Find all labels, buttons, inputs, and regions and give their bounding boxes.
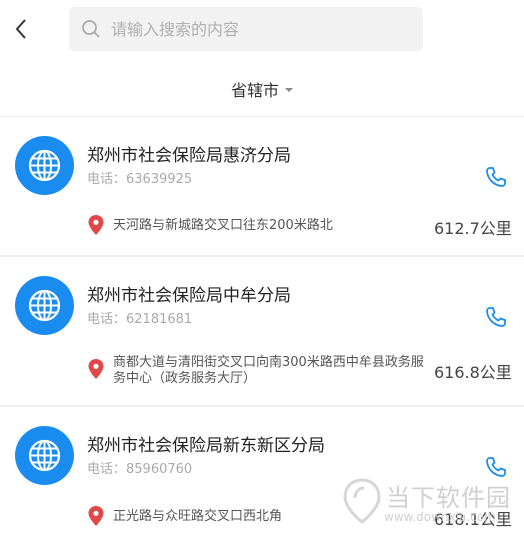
top-bar <box>0 0 524 62</box>
office-card[interactable]: 郑州市社会保险局新东新区分局 电话：85960760 正光路与众旺路交叉口西北角… <box>0 407 524 545</box>
office-name: 郑州市社会保险局新东新区分局 <box>87 436 325 456</box>
caret-down-icon <box>285 88 293 92</box>
city-filter-dropdown[interactable]: 省辖市 <box>231 77 293 101</box>
office-phone: 电话：63639925 <box>87 172 193 187</box>
office-distance: 618.1公里 <box>434 510 512 529</box>
office-distance: 612.7公里 <box>434 219 512 238</box>
office-name: 郑州市社会保险局中牟分局 <box>87 286 291 306</box>
call-button[interactable] <box>484 455 508 479</box>
phone-icon <box>486 167 506 187</box>
office-phone: 电话：85960760 <box>87 462 193 477</box>
back-button[interactable] <box>10 14 36 44</box>
globe-icon <box>15 426 74 485</box>
search-icon <box>82 20 100 38</box>
call-button[interactable] <box>484 165 508 189</box>
location-pin-icon <box>88 506 104 526</box>
office-address: 天河路与新城路交叉口往东200米路北 <box>113 218 333 233</box>
office-name: 郑州市社会保险局惠济分局 <box>87 146 291 166</box>
office-distance: 616.8公里 <box>434 363 512 382</box>
office-card[interactable]: 郑州市社会保险局惠济分局 电话：63639925 天河路与新城路交叉口往东200… <box>0 117 524 255</box>
search-input[interactable] <box>111 7 411 51</box>
globe-icon <box>15 136 74 195</box>
phone-icon <box>486 307 506 327</box>
office-address: 商都大道与清阳街交叉口向南300米路西中牟县政务服务中心（政务服务大厅） <box>113 355 424 386</box>
globe-icon <box>15 276 74 335</box>
location-pin-icon <box>88 359 104 379</box>
phone-icon <box>486 457 506 477</box>
filter-bar: 省辖市 <box>0 64 524 114</box>
filter-label: 省辖市 <box>230 81 279 100</box>
office-address: 正光路与众旺路交叉口西北角 <box>113 509 283 524</box>
office-phone: 电话：62181681 <box>87 312 193 327</box>
office-card[interactable]: 郑州市社会保险局中牟分局 电话：62181681 商都大道与清阳街交叉口向南30… <box>0 257 524 395</box>
search-box[interactable] <box>69 7 423 51</box>
chevron-left-icon <box>15 19 26 39</box>
location-pin-icon <box>88 215 104 235</box>
call-button[interactable] <box>484 305 508 329</box>
